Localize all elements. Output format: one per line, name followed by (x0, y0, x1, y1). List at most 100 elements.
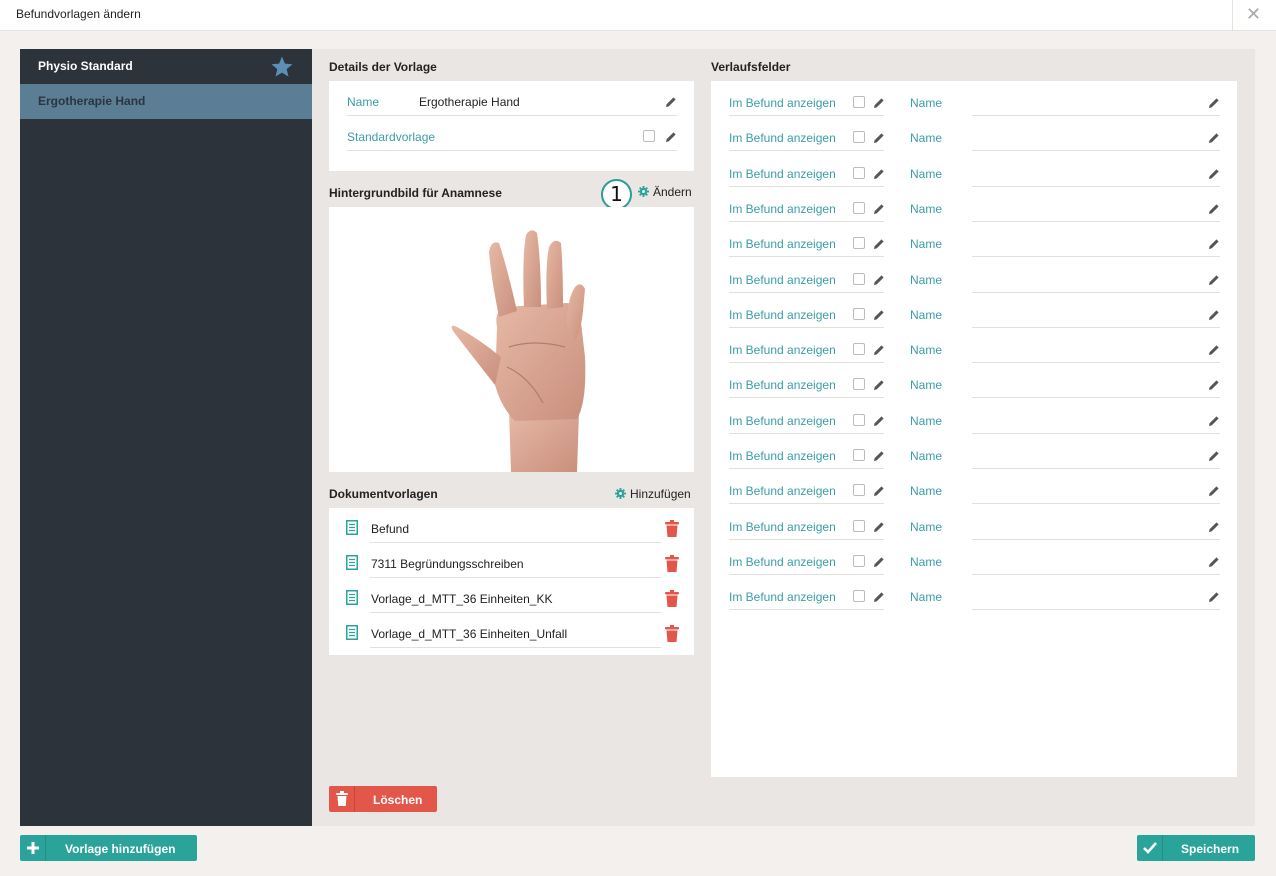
documents-title: Dokumentvorlagen (329, 487, 438, 501)
show-in-report-label: Im Befund anzeigen (729, 519, 836, 534)
name-value: Ergotherapie Hand (419, 95, 520, 109)
list-item[interactable]: 7311 Begründungsschreiben (329, 543, 694, 578)
verlauf-row: Im Befund anzeigen Name (711, 363, 1237, 399)
pencil-icon[interactable] (873, 132, 885, 144)
title-bar: Befundvorlagen ändern ✕ (0, 0, 1276, 31)
show-in-report-checkbox[interactable] (853, 307, 865, 320)
pencil-icon[interactable] (1208, 485, 1220, 497)
delete-label: Löschen (373, 793, 423, 807)
pencil-icon[interactable] (873, 485, 885, 497)
verlauf-row: Im Befund anzeigen Name (711, 116, 1237, 152)
pencil-icon[interactable] (873, 521, 885, 533)
pencil-icon[interactable] (1208, 591, 1220, 603)
show-in-report-label: Im Befund anzeigen (729, 590, 836, 605)
show-in-report-checkbox[interactable] (853, 272, 865, 285)
show-in-report-checkbox[interactable] (853, 378, 865, 391)
show-in-report-checkbox[interactable] (853, 131, 865, 144)
show-in-report-checkbox[interactable] (853, 484, 865, 497)
save-button[interactable]: Speichern (1137, 835, 1255, 861)
field-name-label: Name (910, 307, 943, 322)
show-in-report-label: Im Befund anzeigen (729, 307, 836, 322)
show-in-report-checkbox[interactable] (853, 413, 865, 426)
show-in-report-checkbox[interactable] (853, 554, 865, 567)
show-in-report-checkbox[interactable] (853, 590, 865, 603)
show-in-report-checkbox[interactable] (853, 166, 865, 179)
pencil-icon[interactable] (1208, 344, 1220, 356)
star-icon[interactable] (270, 55, 294, 79)
add-document-button[interactable]: Hinzufügen (615, 487, 691, 501)
pencil-icon[interactable] (873, 344, 885, 356)
pencil-icon[interactable] (873, 97, 885, 109)
delete-button[interactable]: Löschen (329, 786, 437, 812)
pencil-icon[interactable] (873, 556, 885, 568)
show-in-report-checkbox[interactable] (853, 519, 865, 532)
document-name: Vorlage_d_MTT_36 Einheiten_Unfall (371, 627, 568, 641)
trash-icon[interactable] (665, 625, 679, 642)
document-icon (346, 555, 358, 570)
list-item[interactable]: Befund (329, 508, 694, 543)
sidebar-item-label: Physio Standard (38, 59, 133, 73)
document-name: 7311 Begründungsschreiben (371, 557, 524, 571)
pencil-icon[interactable] (873, 274, 885, 286)
sidebar-item-label: Ergotherapie Hand (38, 94, 146, 108)
details-panel: Name Ergotherapie Hand Standardvorlage (329, 81, 694, 171)
field-name-label: Name (910, 272, 943, 287)
standard-checkbox[interactable] (643, 130, 655, 142)
pencil-icon[interactable] (873, 203, 885, 215)
pencil-icon[interactable] (1208, 379, 1220, 391)
pencil-icon[interactable] (1208, 203, 1220, 215)
show-in-report-label: Im Befund anzeigen (729, 237, 836, 252)
verlauf-row: Im Befund anzeigen Name (711, 469, 1237, 505)
pencil-icon[interactable] (1208, 450, 1220, 462)
pencil-icon[interactable] (1208, 521, 1220, 533)
trash-icon[interactable] (665, 590, 679, 607)
verlauf-row: Im Befund anzeigen Name (711, 293, 1237, 328)
show-in-report-checkbox[interactable] (853, 449, 865, 461)
pencil-icon[interactable] (1208, 132, 1220, 144)
verlauf-row: Im Befund anzeigen Name (711, 540, 1237, 575)
trash-icon[interactable] (665, 520, 679, 537)
sidebar-item-physio-standard[interactable]: Physio Standard (20, 49, 312, 84)
verlauf-row: Im Befund anzeigen Name (711, 187, 1237, 222)
pencil-icon[interactable] (873, 309, 885, 321)
list-item[interactable]: Vorlage_d_MTT_36 Einheiten_KK (329, 578, 694, 613)
close-button[interactable]: ✕ (1232, 0, 1276, 31)
pencil-icon[interactable] (1208, 309, 1220, 321)
pencil-icon[interactable] (1208, 238, 1220, 250)
list-item[interactable]: Vorlage_d_MTT_36 Einheiten_Unfall (329, 613, 694, 648)
pencil-icon[interactable] (1208, 556, 1220, 568)
pencil-icon[interactable] (873, 450, 885, 462)
verlauf-row: Im Befund anzeigen Name (711, 152, 1237, 187)
verlauf-title: Verlaufsfelder (711, 60, 791, 74)
sidebar-item-ergotherapie-hand[interactable]: Ergotherapie Hand (20, 84, 312, 119)
trash-icon[interactable] (665, 555, 679, 572)
verlauf-row: Im Befund anzeigen Name (711, 434, 1237, 469)
show-in-report-label: Im Befund anzeigen (729, 554, 836, 569)
pencil-icon[interactable] (873, 168, 885, 180)
close-icon[interactable]: ✕ (1246, 4, 1261, 25)
show-in-report-label: Im Befund anzeigen (729, 378, 836, 393)
pencil-icon[interactable] (873, 415, 885, 427)
document-name: Befund (371, 522, 410, 536)
pencil-icon[interactable] (1208, 168, 1220, 180)
pencil-icon[interactable] (1208, 97, 1220, 109)
name-row: Name Ergotherapie Hand (347, 81, 677, 116)
pencil-icon[interactable] (665, 96, 677, 108)
show-in-report-checkbox[interactable] (853, 96, 865, 108)
show-in-report-checkbox[interactable] (853, 237, 865, 250)
pencil-icon[interactable] (1208, 274, 1220, 286)
change-background-button[interactable]: Ändern (638, 185, 692, 199)
show-in-report-checkbox[interactable] (853, 201, 865, 214)
pencil-icon[interactable] (873, 238, 885, 250)
add-template-button[interactable]: Vorlage hinzufügen (20, 835, 197, 861)
save-label: Speichern (1181, 842, 1240, 856)
pencil-icon[interactable] (1208, 415, 1220, 427)
pencil-icon[interactable] (873, 591, 885, 603)
pencil-icon[interactable] (665, 131, 677, 143)
pencil-icon[interactable] (873, 379, 885, 391)
field-name-label: Name (910, 413, 943, 428)
document-icon (346, 520, 358, 535)
field-name-label: Name (910, 343, 943, 358)
show-in-report-checkbox[interactable] (853, 343, 865, 356)
verlauf-row: Im Befund anzeigen Name (711, 505, 1237, 540)
